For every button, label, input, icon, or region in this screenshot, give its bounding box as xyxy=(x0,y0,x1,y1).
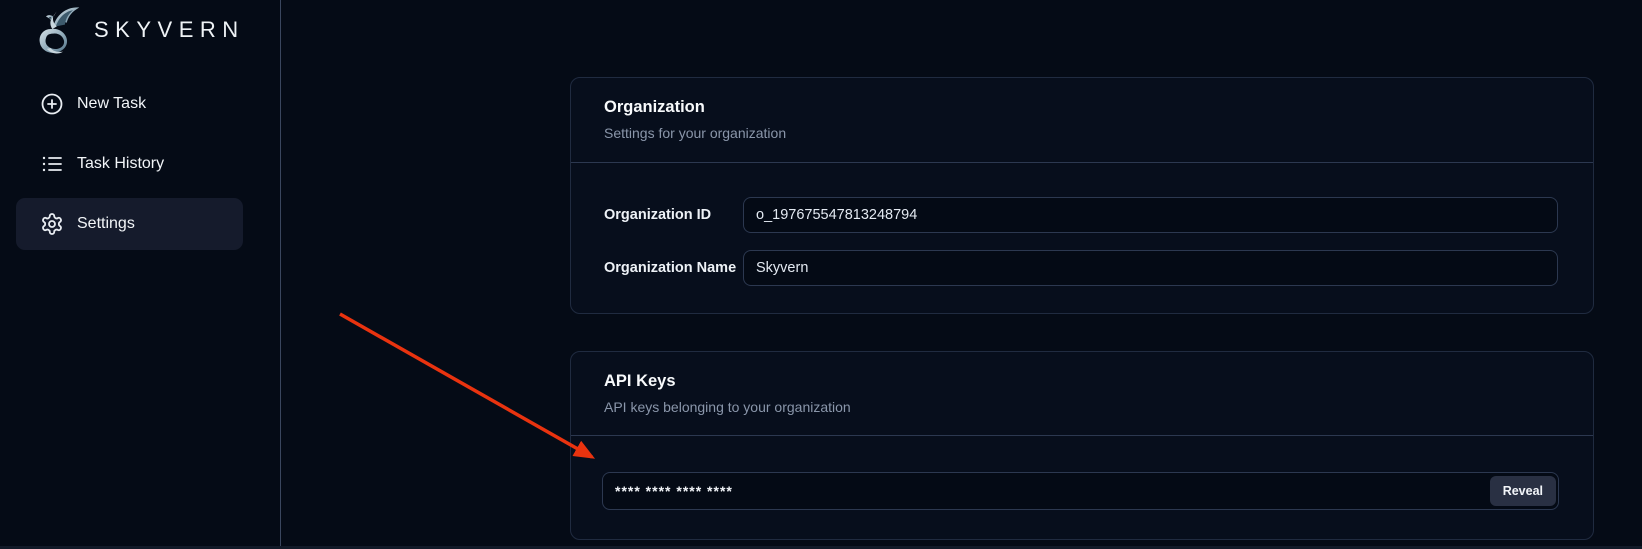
api-keys-card-body: Reveal xyxy=(571,436,1593,510)
sidebar-item-task-history[interactable]: Task History xyxy=(16,138,243,190)
organization-id-input[interactable] xyxy=(743,197,1558,233)
organization-card: Organization Settings for your organizat… xyxy=(570,77,1594,314)
organization-name-label: Organization Name xyxy=(604,260,727,276)
api-keys-card-subtitle: API keys belonging to your organization xyxy=(604,397,1560,417)
gear-icon xyxy=(40,212,64,236)
api-keys-card-title: API Keys xyxy=(604,370,1560,392)
api-key-row: Reveal xyxy=(602,472,1559,510)
api-keys-card-header: API Keys API keys belonging to your orga… xyxy=(571,352,1593,436)
sidebar-item-label: Task History xyxy=(77,155,164,173)
organization-name-input[interactable] xyxy=(743,250,1558,286)
organization-card-title: Organization xyxy=(604,96,1560,118)
api-keys-card: API Keys API keys belonging to your orga… xyxy=(570,351,1594,540)
organization-card-header: Organization Settings for your organizat… xyxy=(571,78,1593,163)
brand-name: SKYVERN xyxy=(94,17,245,43)
organization-name-row: Organization Name xyxy=(604,250,1558,286)
sidebar-item-label: Settings xyxy=(77,215,135,233)
api-key-masked-input[interactable] xyxy=(602,472,1559,510)
plus-circle-icon xyxy=(40,92,64,116)
organization-id-row: Organization ID xyxy=(604,197,1558,233)
sidebar-item-settings[interactable]: Settings xyxy=(16,198,243,250)
list-icon xyxy=(40,152,64,176)
sidebar-item-new-task[interactable]: New Task xyxy=(16,78,243,130)
app-root: SKYVERN New Task Task History xyxy=(0,0,1642,549)
organization-card-subtitle: Settings for your organization xyxy=(604,123,1560,143)
annotation-arrow-line xyxy=(340,314,592,457)
sidebar: SKYVERN New Task Task History xyxy=(0,0,281,549)
reveal-button[interactable]: Reveal xyxy=(1490,476,1556,506)
sidebar-nav: New Task Task History xyxy=(16,78,243,258)
sidebar-item-label: New Task xyxy=(77,95,146,113)
brand-header: SKYVERN xyxy=(26,2,245,58)
organization-id-label: Organization ID xyxy=(604,207,727,223)
skyvern-dragon-logo-icon xyxy=(26,3,84,57)
organization-card-body: Organization ID Organization Name xyxy=(571,163,1593,286)
